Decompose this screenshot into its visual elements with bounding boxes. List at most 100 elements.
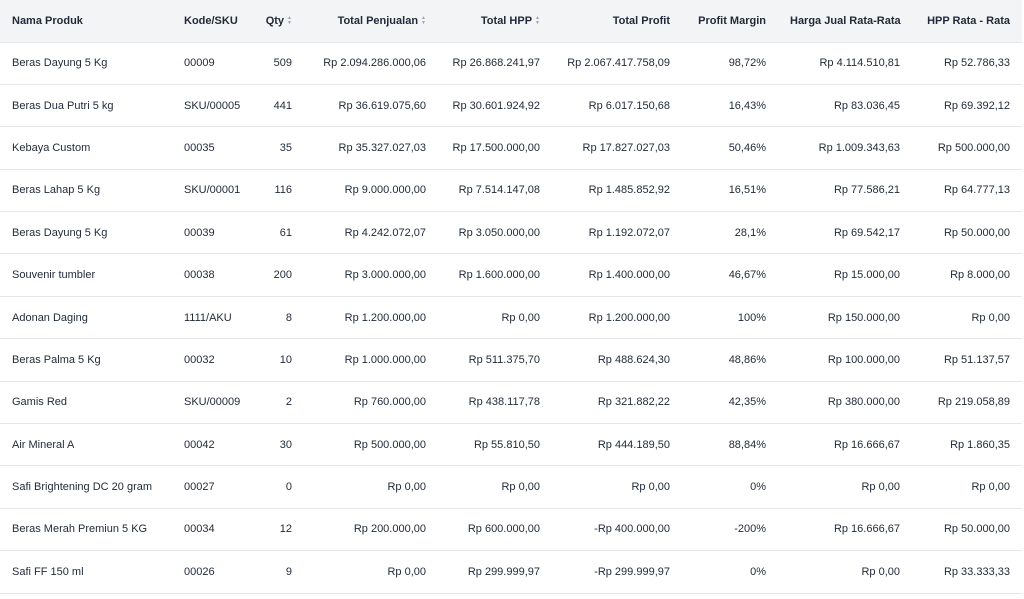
table-row[interactable]: Beras Dayung 5 Kg 00009 509 Rp 2.094.286.00…	[0, 42, 1022, 85]
table-row[interactable]: Kebaya Custom 00035 35 Rp 35.327.027,03 Rp 1…	[0, 127, 1022, 170]
cell-total-profit: -Rp 400.000,00	[594, 523, 670, 536]
table-header: Nama Produk Kode/SKU Qty ▲ ▼ Total Penjualan ▲…	[0, 0, 1022, 43]
product-sales-table: Nama Produk Kode/SKU Qty ▲ ▼ Total Penjualan ▲…	[0, 0, 1022, 594]
cell-total-hpp: Rp 438.117,78	[468, 396, 540, 409]
cell-qty: 10	[279, 353, 292, 366]
sort-arrows-icon[interactable]: ▲ ▼	[421, 15, 426, 26]
column-header-total-penjualan[interactable]: Total Penjualan ▲ ▼	[304, 0, 438, 43]
cell-hpp-rata-rata: Rp 64.777,13	[943, 184, 1010, 197]
column-header-total-hpp[interactable]: Total HPP ▲ ▼	[438, 0, 552, 43]
cell-hpp-rata-rata: Rp 0,00	[971, 481, 1010, 494]
table-body: Beras Dayung 5 Kg 00009 509 Rp 2.094.286.00…	[0, 42, 1022, 594]
cell-profit-margin: 16,51%	[728, 184, 766, 197]
cell-hpp-rata-rata: Rp 52.786,33	[943, 57, 1010, 70]
table-row[interactable]: Beras Lahap 5 Kg SKU/00001 116 Rp 9.000.000…	[0, 169, 1022, 212]
cell-qty: 12	[279, 523, 292, 536]
cell-qty: 509	[273, 57, 292, 70]
cell-total-penjualan: Rp 200.000,00	[353, 523, 426, 536]
cell-profit-margin: 0%	[750, 565, 766, 578]
cell-qty: 0	[285, 481, 292, 494]
cell-total-profit: Rp 1.200.000,00	[588, 311, 670, 324]
sort-arrows-icon[interactable]: ▲ ▼	[535, 15, 540, 26]
cell-qty: 441	[273, 99, 292, 112]
column-header-harga-jual-rata-rata: Harga Jual Rata-Rata	[778, 0, 912, 43]
cell-kode-sku: 00039	[184, 226, 215, 239]
cell-qty: 9	[285, 565, 292, 578]
column-header-label: Nama Produk	[12, 14, 83, 27]
cell-total-hpp: Rp 0,00	[501, 311, 540, 324]
cell-harga-jual-rata-rata: Rp 15.000,00	[833, 269, 900, 282]
column-header-nama-produk: Nama Produk	[0, 0, 172, 43]
table-row[interactable]: Safi Brightening DC 20 gram 00027 0 Rp 0,00…	[0, 466, 1022, 509]
cell-hpp-rata-rata: Rp 69.392,12	[943, 99, 1010, 112]
table-row[interactable]: Beras Dayung 5 Kg 00039 61 Rp 4.242.072,07 R…	[0, 212, 1022, 254]
cell-kode-sku: 00034	[184, 523, 215, 536]
cell-total-profit: Rp 1.485.852,92	[588, 184, 670, 197]
cell-harga-jual-rata-rata: Rp 380.000,00	[827, 396, 900, 409]
cell-qty: 30	[279, 438, 292, 451]
cell-profit-margin: 16,43%	[728, 99, 766, 112]
cell-total-hpp: Rp 1.600.000,00	[458, 269, 540, 282]
cell-total-penjualan: Rp 4.242.072,07	[344, 226, 426, 239]
cell-total-hpp: Rp 7.514.147,08	[458, 184, 540, 197]
cell-nama-produk: Beras Palma 5 Kg	[12, 353, 101, 366]
table-row[interactable]: Beras Dua Putri 5 kg SKU/00005 441 Rp 36.61…	[0, 84, 1022, 127]
column-header-label: Total Profit	[612, 14, 670, 27]
cell-qty: 8	[285, 311, 292, 324]
cell-harga-jual-rata-rata: Rp 16.666,67	[833, 438, 900, 451]
cell-profit-margin: 50,46%	[728, 141, 766, 154]
table-row[interactable]: Adonan Daging 1111/AKU 8 Rp 1.200.000,00 Rp …	[0, 296, 1022, 339]
table-row[interactable]: Beras Merah Premiun 5 KG 00034 12 Rp 200.00…	[0, 508, 1022, 551]
table-row[interactable]: Safi FF 150 ml 00026 9 Rp 0,00 Rp 299.999,97…	[0, 551, 1022, 594]
cell-total-penjualan: Rp 0,00	[387, 481, 426, 494]
cell-total-penjualan: Rp 2.094.286.000,06	[323, 57, 426, 70]
cell-qty: 61	[279, 226, 292, 239]
column-header-label: Total Penjualan	[337, 14, 419, 27]
cell-total-penjualan: Rp 35.327.027,03	[338, 141, 426, 154]
sort-arrows-icon[interactable]: ▲ ▼	[287, 15, 292, 26]
cell-nama-produk: Beras Lahap 5 Kg	[12, 184, 101, 197]
cell-hpp-rata-rata: Rp 33.333,33	[943, 565, 1010, 578]
cell-total-profit: -Rp 299.999,97	[594, 565, 670, 578]
cell-total-profit: Rp 444.189,50	[597, 438, 670, 451]
cell-total-penjualan: Rp 9.000.000,00	[344, 184, 426, 197]
column-header-kode-sku: Kode/SKU	[172, 0, 248, 43]
cell-kode-sku: SKU/00009	[184, 396, 241, 409]
cell-nama-produk: Souvenir tumbler	[12, 269, 96, 282]
cell-total-hpp: Rp 55.810,50	[473, 438, 540, 451]
cell-kode-sku: SKU/00001	[184, 184, 241, 197]
cell-hpp-rata-rata: Rp 219.058,89	[937, 396, 1010, 409]
cell-profit-margin: 48,86%	[728, 353, 766, 366]
table-row[interactable]: Beras Palma 5 Kg 00032 10 Rp 1.000.000,00 Rp…	[0, 339, 1022, 382]
column-header-qty[interactable]: Qty ▲ ▼	[248, 0, 304, 43]
table-row[interactable]: Souvenir tumbler 00038 200 Rp 3.000.000,00 R…	[0, 254, 1022, 297]
cell-kode-sku: 00035	[184, 141, 215, 154]
cell-qty: 200	[273, 269, 292, 282]
cell-total-penjualan: Rp 0,00	[387, 565, 426, 578]
cell-kode-sku: SKU/00005	[184, 99, 241, 112]
cell-total-profit: Rp 321.882,22	[597, 396, 670, 409]
cell-harga-jual-rata-rata: Rp 4.114.510,81	[819, 57, 900, 70]
cell-qty: 35	[279, 141, 292, 154]
cell-total-hpp: Rp 511.375,70	[468, 353, 540, 366]
product-sales-table-container: Nama Produk Kode/SKU Qty ▲ ▼ Total Penjualan ▲…	[0, 0, 1024, 599]
cell-nama-produk: Kebaya Custom	[12, 141, 91, 154]
cell-kode-sku: 00026	[184, 565, 215, 578]
column-header-profit-margin: Profit Margin	[682, 0, 778, 43]
cell-total-hpp: Rp 0,00	[501, 481, 540, 494]
cell-total-penjualan: Rp 36.619.075,60	[338, 99, 426, 112]
cell-profit-margin: 42,35%	[728, 396, 766, 409]
table-row[interactable]: Air Mineral A 00042 30 Rp 500.000,00 Rp 55.8…	[0, 424, 1022, 466]
cell-qty: 2	[285, 396, 292, 409]
cell-kode-sku: 00042	[184, 438, 215, 451]
cell-total-profit: Rp 17.827.027,03	[582, 141, 670, 154]
table-row[interactable]: Gamis Red SKU/00009 2 Rp 760.000,00 Rp 438.1…	[0, 381, 1022, 424]
cell-nama-produk: Beras Dayung 5 Kg	[12, 226, 108, 239]
cell-total-penjualan: Rp 3.000.000,00	[344, 269, 426, 282]
column-header-label: Profit Margin	[698, 14, 766, 27]
cell-total-hpp: Rp 30.601.924,92	[452, 99, 540, 112]
cell-total-hpp: Rp 3.050.000,00	[458, 226, 540, 239]
cell-total-penjualan: Rp 1.200.000,00	[344, 311, 426, 324]
cell-nama-produk: Safi Brightening DC 20 gram	[12, 481, 153, 494]
header-row: Nama Produk Kode/SKU Qty ▲ ▼ Total Penjualan ▲…	[0, 0, 1022, 43]
